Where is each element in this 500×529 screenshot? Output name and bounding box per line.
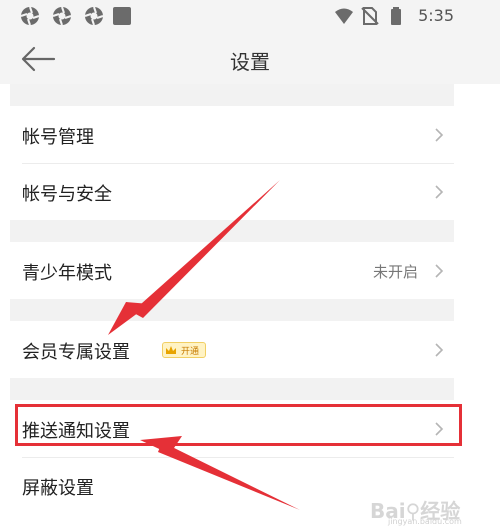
section-divider xyxy=(10,220,454,242)
chevron-right-icon xyxy=(435,185,444,199)
settings-list: 帐号管理 帐号与安全 青少年模式 未开启 会员专属设置 开通 推送通知设置 屏蔽… xyxy=(10,84,454,529)
status-bar: 5:35 xyxy=(0,0,500,34)
chevron-right-icon xyxy=(435,343,444,357)
item-label: 帐号与安全 xyxy=(22,184,112,205)
item-label: 青少年模式 xyxy=(22,263,112,284)
notification-swirl-icon xyxy=(52,6,72,26)
app-square-icon xyxy=(113,7,131,25)
vip-badge: 开通 xyxy=(162,342,206,358)
watermark-url: jingyan.baidu.com xyxy=(388,517,462,526)
crown-icon xyxy=(166,346,176,354)
wifi-icon xyxy=(335,8,353,24)
teen-mode-status: 未开启 xyxy=(372,263,418,281)
section-divider xyxy=(10,84,454,106)
status-time: 5:35 xyxy=(418,6,454,25)
watermark: Bai⚲经验 jingyan.baidu.com xyxy=(366,493,484,526)
notification-swirl-icon xyxy=(84,6,104,26)
no-sim-icon xyxy=(361,7,379,25)
section-divider xyxy=(10,378,454,400)
item-label: 推送通知设置 xyxy=(22,421,130,442)
vip-badge-label: 开通 xyxy=(181,347,200,357)
teen-mode-item[interactable]: 青少年模式 未开启 xyxy=(10,242,454,299)
chevron-right-icon xyxy=(435,128,444,142)
item-label: 会员专属设置 xyxy=(22,342,130,363)
item-label: 帐号管理 xyxy=(22,127,94,148)
account-management-item[interactable]: 帐号管理 xyxy=(10,106,454,163)
battery-icon xyxy=(391,7,401,25)
app-header: 设置 xyxy=(0,34,500,84)
item-label: 屏蔽设置 xyxy=(22,478,94,499)
notification-swirl-icon xyxy=(20,6,40,26)
page-title: 设置 xyxy=(230,50,270,74)
account-security-item[interactable]: 帐号与安全 xyxy=(10,163,454,220)
chevron-right-icon xyxy=(435,264,444,278)
push-notification-item[interactable]: 推送通知设置 xyxy=(10,400,454,457)
chevron-right-icon xyxy=(435,422,444,436)
vip-settings-item[interactable]: 会员专属设置 开通 xyxy=(10,321,454,378)
section-divider xyxy=(10,299,454,321)
